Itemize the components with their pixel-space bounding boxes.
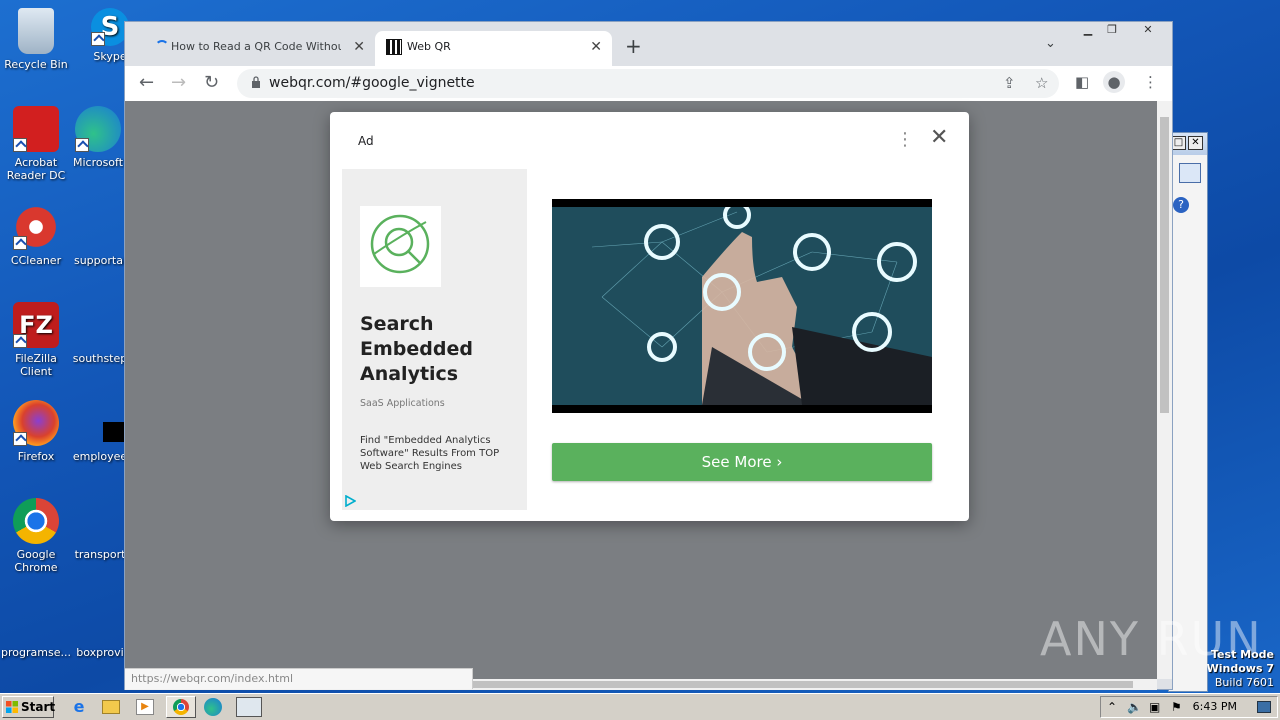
file-icon (77, 498, 123, 544)
background-window[interactable]: □ ✕ ? (1168, 132, 1208, 692)
tab-search-chevron-icon[interactable]: ⌄ (1045, 36, 1056, 51)
search-icon[interactable] (1179, 163, 1201, 183)
close-window-button[interactable]: ✕ (1135, 22, 1161, 40)
system-tray: ⌃ 🔈 ▣ ⚑ 6:43 PM (1100, 696, 1278, 718)
chrome-browser-window[interactable]: How to Read a QR Code Without a C ✕ Web … (124, 21, 1173, 690)
acrobat-icon (13, 106, 59, 152)
media-player-taskbar-icon[interactable]: ▶ (136, 699, 154, 715)
start-button[interactable]: Start (2, 696, 55, 718)
help-icon[interactable]: ? (1173, 197, 1189, 213)
network-icon[interactable]: ▣ (1149, 700, 1160, 714)
browser-toolbar: ← → ↻ webqr.com/#google_vignette ⇪ ☆ ◧ ●… (125, 66, 1172, 101)
vertical-scroll-thumb[interactable] (1160, 117, 1169, 413)
file-icon (77, 596, 123, 642)
qr-code-icon (386, 39, 402, 55)
edge-icon (75, 106, 121, 152)
file-icon (77, 204, 123, 250)
background-window-titlebar: □ ✕ (1169, 133, 1207, 155)
ad-image[interactable] (552, 199, 932, 413)
close-tab-icon[interactable]: ✕ (590, 31, 602, 63)
tab-how-to-read-qr[interactable]: How to Read a QR Code Without a C ✕ (143, 31, 375, 66)
url-text[interactable]: webqr.com/#google_vignette (269, 75, 475, 91)
lock-icon (252, 76, 260, 88)
windows-flag-icon (6, 701, 18, 713)
see-more-button[interactable]: See More › (552, 443, 932, 481)
ad-headline[interactable]: Search Embedded Analytics (360, 312, 473, 387)
ad-label: Ad (358, 134, 374, 148)
address-bar[interactable]: webqr.com/#google_vignette ⇪ ☆ (237, 69, 1059, 98)
tab-web-qr[interactable]: Web QR ✕ (375, 31, 612, 66)
file-icon (77, 400, 139, 446)
new-tab-button[interactable]: + (625, 34, 642, 58)
menu-kebab-icon[interactable]: ⋮ (1143, 73, 1158, 91)
reload-button[interactable]: ↻ (204, 72, 219, 93)
chrome-icon (173, 699, 189, 715)
profile-avatar-icon[interactable]: ● (1103, 71, 1125, 93)
file-icon (77, 302, 123, 348)
desktop-icon-recycle-bin[interactable]: Recycle Bin (0, 8, 74, 71)
ccleaner-icon (13, 204, 59, 250)
restore-button[interactable]: ❐ (1101, 22, 1123, 40)
recycle-bin-icon (18, 8, 54, 54)
ad-subtitle: SaaS Applications (360, 398, 445, 409)
close-icon[interactable]: ✕ (1188, 136, 1203, 150)
explorer-taskbar-icon[interactable] (102, 700, 120, 714)
status-bar-url: https://webqr.com/index.html (125, 668, 473, 689)
side-panel-icon[interactable]: ◧ (1075, 73, 1089, 91)
bookmark-star-icon[interactable]: ☆ (1035, 74, 1048, 92)
ie-taskbar-icon[interactable]: e (68, 697, 90, 717)
share-icon[interactable]: ⇪ (1003, 74, 1016, 92)
ad-description: Find "Embedded Analytics Software" Resul… (360, 435, 500, 472)
action-center-flag-icon[interactable]: ⚑ (1171, 700, 1182, 714)
chrome-taskbar-icon[interactable] (166, 696, 196, 718)
show-desktop-icon[interactable] (1257, 701, 1271, 713)
firefox-icon (13, 400, 59, 446)
tray-expand-icon[interactable]: ⌃ (1107, 700, 1117, 714)
ad-close-button[interactable]: ✕ (930, 125, 948, 150)
ad-image-network-graphic (552, 207, 932, 405)
forward-button[interactable]: → (171, 72, 186, 93)
vertical-scrollbar[interactable] (1157, 101, 1172, 679)
clock[interactable]: 6:43 PM (1193, 700, 1237, 713)
file-icon (13, 596, 59, 642)
tab-strip: How to Read a QR Code Without a C ✕ Web … (125, 22, 1172, 66)
windows-test-mode-label: Test Mode Windows 7 Build 7601 (1206, 648, 1274, 689)
chevron-right-icon: › (776, 453, 783, 471)
network-app-taskbar-icon[interactable] (236, 697, 262, 717)
ad-text-panel[interactable]: Search Embedded Analytics SaaS Applicati… (342, 169, 527, 510)
maximize-icon[interactable]: □ (1171, 136, 1186, 150)
analytics-logo-icon (360, 206, 441, 287)
horizontal-scroll-thumb[interactable] (473, 681, 1133, 688)
filezilla-icon: FZ (13, 302, 59, 348)
close-tab-icon[interactable]: ✕ (353, 31, 365, 63)
chrome-icon (13, 498, 59, 544)
adchoices-icon[interactable] (344, 495, 356, 507)
edge-taskbar-icon[interactable] (204, 698, 222, 716)
minimize-button[interactable]: ▁ (1077, 22, 1099, 40)
ad-vignette-dialog[interactable]: Ad ⋮ ✕ Search Embedded Analytics SaaS Ap… (330, 112, 969, 521)
ad-options-kebab-icon[interactable]: ⋮ (896, 129, 914, 150)
loading-spinner-icon (155, 40, 169, 54)
back-button[interactable]: ← (139, 72, 154, 93)
taskbar: Start e ▶ ⌃ 🔈 ▣ ⚑ 6:43 PM (0, 693, 1280, 720)
volume-icon[interactable]: 🔈 (1127, 700, 1142, 714)
